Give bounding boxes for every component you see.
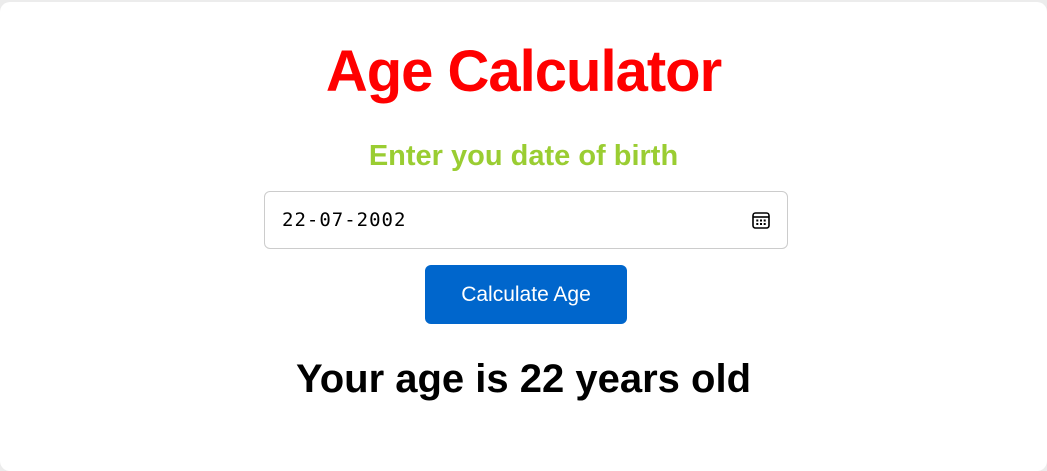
date-of-birth-value[interactable]: 22-07-2002 (282, 192, 406, 248)
date-of-birth-input[interactable]: 22-07-2002 (264, 191, 788, 249)
calculate-age-button[interactable]: Calculate Age (425, 265, 627, 324)
age-result: Your age is 22 years old (295, 357, 752, 401)
date-of-birth-prompt: Enter you date of birth (368, 140, 679, 172)
page-title: Age Calculator (325, 39, 722, 104)
calculator-card: Age Calculator Enter you date of birth 2… (0, 2, 1047, 471)
calendar-icon[interactable] (751, 210, 771, 230)
